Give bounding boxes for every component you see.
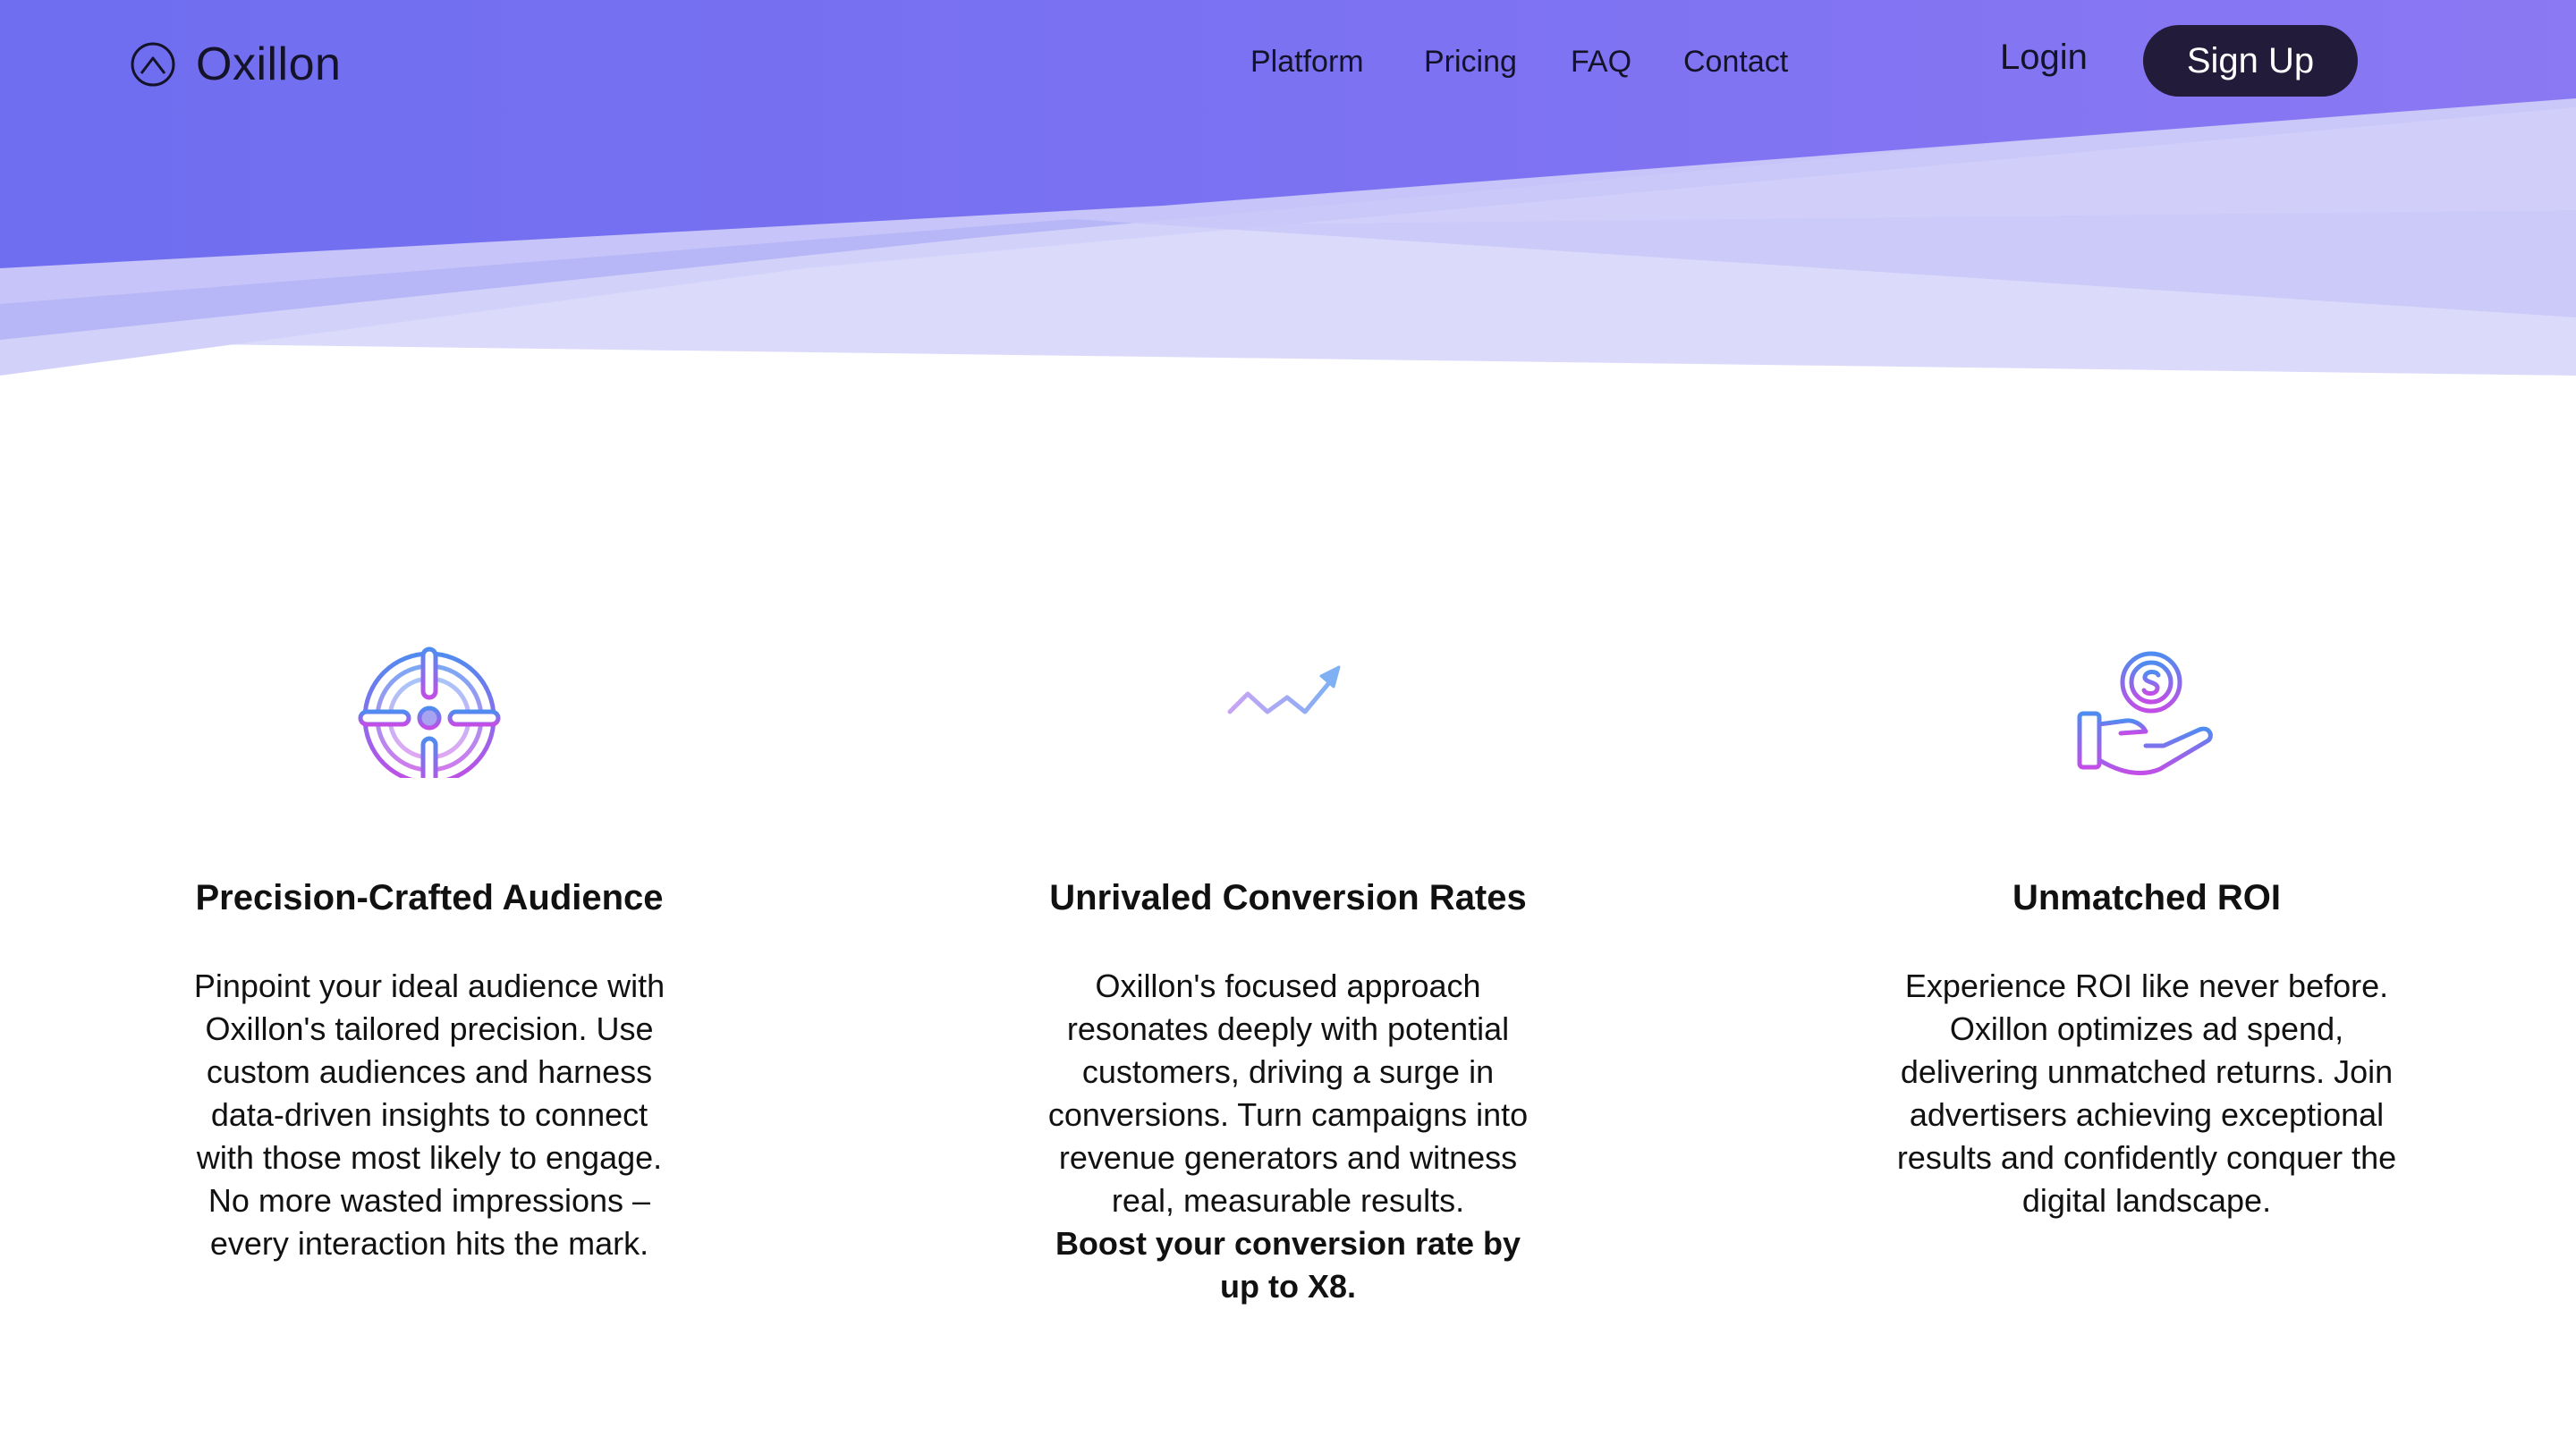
nav-link-platform[interactable]: Platform [1250,45,1364,80]
feature-body-text: Oxillon's focused approach resonates dee… [1047,968,1529,1219]
feature-card-audience: Precision-Crafted Audience Pinpoint your… [143,626,716,1265]
sign-up-button[interactable]: Sign Up [2143,25,2358,97]
feature-description: Pinpoint your ideal audience with Oxillo… [179,965,680,1265]
feature-body-text: Experience ROI like never before. Oxillo… [1896,968,2397,1219]
nav-link-pricing[interactable]: Pricing [1424,45,1517,80]
top-navigation: Oxillon Platform Pricing FAQ Contact Log… [0,0,2576,125]
feature-description: Experience ROI like never before. Oxillo… [1896,965,2397,1222]
feature-card-conversion: Unrivaled Conversion Rates Oxillon's foc… [1002,626,1574,1308]
brand[interactable]: Oxillon [130,38,341,91]
nav-link-faq[interactable]: FAQ [1571,45,1631,80]
brand-name: Oxillon [196,38,342,90]
growth-chart-icon [1220,665,1349,778]
feature-description: Oxillon's focused approach resonates dee… [1038,965,1538,1308]
feature-body-text: Pinpoint your ideal audience with Oxillo… [193,968,665,1262]
feature-title: Precision-Crafted Audience [195,878,664,917]
nav-link-contact[interactable]: Contact [1683,45,1788,80]
feature-title: Unmatched ROI [2012,878,2282,917]
hand-coin-icon [2077,626,2213,776]
feature-title: Unrivaled Conversion Rates [1049,878,1527,917]
feature-highlight: Boost your conversion rate by up to X8. [1055,1225,1521,1305]
mountain-circle-icon [131,42,175,87]
features-section: Precision-Crafted Audience Pinpoint your… [0,626,2576,1359]
feature-card-roi: Unmatched ROI Experience ROI like never … [1860,626,2433,1222]
target-icon [358,646,501,778]
login-link[interactable]: Login [2000,38,2088,78]
